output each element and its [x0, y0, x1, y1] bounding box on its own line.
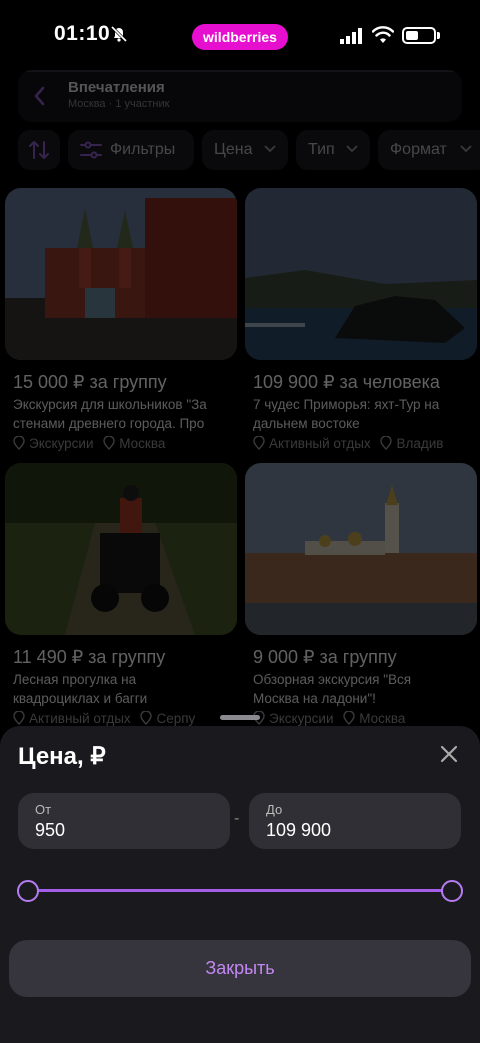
back-arrow-icon[interactable]: [32, 84, 48, 108]
card-title-line1: Обзорная экскурсия "Вся: [253, 672, 412, 687]
header-bar: Впечатления Москва · 1 участник: [18, 70, 462, 122]
card-city: Серпу: [156, 711, 196, 726]
location-pin-icon: [380, 436, 393, 450]
format-chip[interactable]: Формат: [378, 130, 480, 170]
card-title-line2: квадроциклах и багги: [13, 691, 148, 706]
card-meta: Активный отдых Серпу: [13, 711, 239, 726]
price-range-track[interactable]: [28, 889, 452, 892]
location-pin-icon: [343, 711, 355, 725]
sort-icon: [29, 141, 49, 159]
location-pin-icon: [253, 436, 265, 450]
price-filter-sheet: Цена, ₽ От 950 - До 109 900 Закрыть: [0, 726, 480, 1043]
card-title-line1: Экскурсия для школьников "За: [13, 397, 207, 412]
price-to-value[interactable]: 109 900: [266, 820, 331, 841]
card-title-line1: Лесная прогулка на: [13, 672, 137, 687]
card-title-line2: стенами древнего города. Про: [13, 416, 205, 431]
card-image: [5, 188, 237, 360]
card-price: 9 000 ₽ за группу: [253, 647, 397, 667]
card-meta: Активный отдых Владив: [253, 436, 479, 451]
card-category: Экскурсии: [269, 711, 334, 726]
close-icon[interactable]: [438, 743, 460, 765]
chevron-down-icon: [264, 145, 276, 153]
filter-chips: Фильтры Цена Тип Формат: [18, 130, 480, 170]
slider-min-handle[interactable]: [17, 880, 39, 902]
brand-badge: wildberries: [192, 24, 288, 50]
price-from-field[interactable]: От 950: [18, 793, 230, 849]
location-pin-icon: [13, 711, 25, 725]
format-chip-label: Формат: [390, 141, 447, 158]
price-to-field[interactable]: До 109 900: [249, 793, 461, 849]
card-image: [5, 463, 237, 635]
sort-button[interactable]: [18, 130, 60, 170]
card-price: 15 000 ₽ за группу: [13, 372, 167, 392]
price-from-value[interactable]: 950: [35, 820, 65, 841]
card-city: Москва: [119, 436, 166, 451]
card-city: Владив: [396, 436, 444, 451]
product-card[interactable]: 109 900 ₽ за человека 7 чудес Приморья: …: [245, 188, 477, 458]
card-image: [245, 463, 477, 635]
wifi-icon: [372, 26, 394, 43]
page-title: Впечатления: [68, 79, 165, 96]
location-pin-icon: [13, 436, 25, 450]
price-chip-label: Цена: [214, 141, 253, 158]
card-price: 11 490 ₽ за группу: [13, 647, 166, 667]
filters-button[interactable]: Фильтры: [68, 130, 194, 170]
card-category: Активный отдых: [269, 436, 371, 451]
close-button[interactable]: Закрыть: [9, 940, 471, 997]
status-bar: 01:10 wildberries: [0, 0, 480, 72]
card-image: [245, 188, 477, 360]
sheet-grabber[interactable]: [220, 715, 260, 720]
price-from-label: От: [35, 802, 52, 817]
card-title-line2: Москва на ладони"!: [253, 691, 376, 706]
status-time: 01:10: [54, 22, 111, 45]
battery-icon: [402, 27, 436, 44]
card-price: 109 900 ₽ за человека: [253, 372, 440, 392]
sheet-title: Цена, ₽: [18, 743, 106, 770]
price-chip[interactable]: Цена: [202, 130, 288, 170]
product-card[interactable]: 11 490 ₽ за группу Лесная прогулка на кв…: [5, 463, 239, 726]
filters-label: Фильтры: [110, 141, 176, 158]
card-meta: Экскурсии Москва: [13, 436, 239, 451]
range-separator: -: [234, 810, 240, 827]
card-city: Москва: [359, 711, 406, 726]
type-chip[interactable]: Тип: [296, 130, 370, 170]
sliders-icon: [80, 141, 102, 159]
price-to-label: До: [266, 802, 283, 817]
slider-max-handle[interactable]: [441, 880, 463, 902]
chevron-down-icon: [460, 145, 472, 153]
card-title-line2: дальнем востоке: [253, 416, 360, 431]
card-meta: Экскурсии Москва: [253, 711, 479, 726]
cellular-signal-icon: [340, 28, 362, 44]
product-card[interactable]: 9 000 ₽ за группу Обзорная экскурсия "Вс…: [245, 463, 479, 726]
bell-off-icon: [110, 25, 128, 43]
card-title-line1: 7 чудес Приморья: яхт-Тур на: [253, 397, 440, 412]
battery-nub: [437, 32, 440, 39]
product-card[interactable]: 15 000 ₽ за группу Экскурсия для школьни…: [5, 188, 237, 458]
type-chip-label: Тип: [308, 141, 335, 158]
page-subtitle: Москва · 1 участник: [68, 98, 170, 110]
card-category: Активный отдых: [29, 711, 131, 726]
location-pin-icon: [103, 436, 115, 450]
card-category: Экскурсии: [29, 436, 94, 451]
location-pin-icon: [140, 711, 153, 725]
chevron-down-icon: [346, 145, 358, 153]
